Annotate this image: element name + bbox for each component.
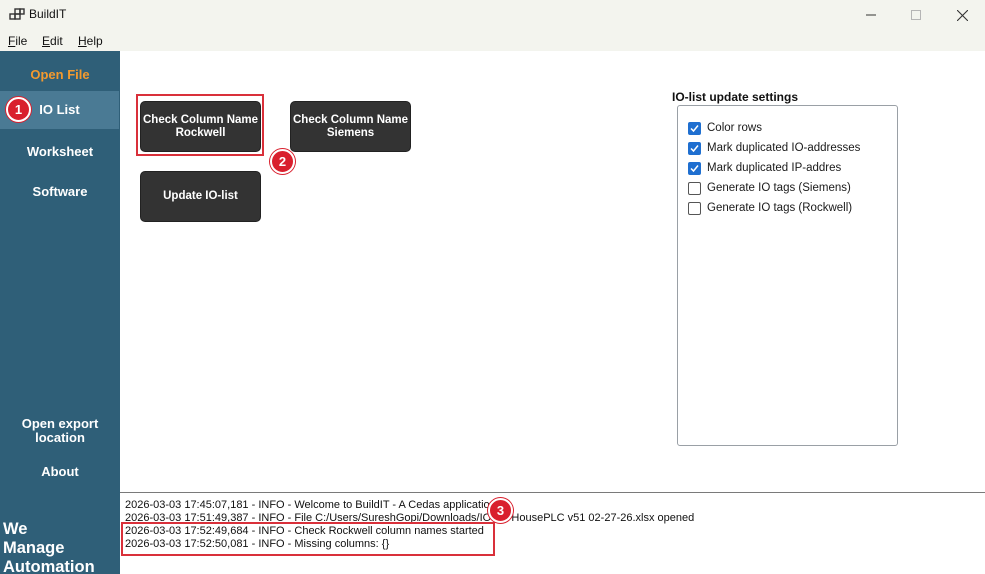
checkbox-mark-duplicated-ip[interactable] bbox=[688, 161, 701, 175]
log-line: 2026-03-03 17:51:49,387 - INFO - File C:… bbox=[125, 512, 695, 524]
update-io-list-button[interactable]: Update IO-list bbox=[140, 171, 261, 222]
option-label: Mark duplicated IO-addresses bbox=[707, 142, 861, 154]
rockwell-button-line2: Rockwell bbox=[175, 126, 226, 139]
sidebar-item-software[interactable]: Software bbox=[0, 184, 120, 199]
menu-file[interactable]: File bbox=[8, 34, 27, 48]
checkbox-mark-duplicated-io[interactable] bbox=[688, 141, 701, 155]
annotation-marker-1: 1 bbox=[6, 97, 31, 122]
checkbox-generate-tags-siemens[interactable] bbox=[688, 181, 701, 195]
menu-help[interactable]: Help bbox=[78, 34, 103, 48]
open-export-label-line1: Open export bbox=[21, 416, 99, 431]
option-label: Color rows bbox=[707, 122, 762, 134]
checkbox-color-rows[interactable] bbox=[688, 121, 701, 135]
annotation-marker-3: 3 bbox=[488, 498, 513, 523]
sidebar-item-about[interactable]: About bbox=[0, 464, 120, 479]
sidebar-item-worksheet[interactable]: Worksheet bbox=[0, 144, 120, 159]
sidebar-item-open-export-location[interactable]: Open export location bbox=[0, 417, 120, 445]
settings-group-box: Color rows Mark duplicated IO-addresses … bbox=[677, 105, 898, 446]
checkmark-icon bbox=[690, 144, 699, 152]
maximize-button[interactable] bbox=[893, 0, 939, 30]
sidebar-item-open-file[interactable]: Open File bbox=[0, 67, 120, 82]
sidebar: Open File IO List Worksheet Software Ope… bbox=[0, 51, 120, 574]
close-icon bbox=[956, 9, 968, 21]
siemens-button-line1: Check Column Name bbox=[292, 113, 409, 126]
log-line: 2026-03-03 17:45:07,181 - INFO - Welcome… bbox=[125, 499, 496, 511]
menu-edit[interactable]: Edit bbox=[42, 34, 63, 48]
option-label: Generate IO tags (Rockwell) bbox=[707, 202, 853, 214]
option-label: Generate IO tags (Siemens) bbox=[707, 182, 851, 194]
checkbox-generate-tags-rockwell[interactable] bbox=[688, 201, 701, 215]
option-color-rows[interactable]: Color rows bbox=[688, 120, 762, 136]
tagline-line3: Automation bbox=[3, 558, 95, 574]
window-title: BuildIT bbox=[29, 7, 67, 21]
checkmark-icon bbox=[690, 124, 699, 132]
minimize-icon bbox=[866, 14, 876, 16]
log-line: 2026-03-03 17:52:49,684 - INFO - Check R… bbox=[125, 525, 484, 537]
option-mark-duplicated-io-addresses[interactable]: Mark duplicated IO-addresses bbox=[688, 140, 860, 156]
menu-bar: File Edit Help bbox=[0, 30, 985, 51]
option-generate-io-tags-rockwell[interactable]: Generate IO tags (Rockwell) bbox=[688, 200, 852, 216]
tagline-line1: We bbox=[3, 520, 28, 538]
maximize-icon bbox=[911, 10, 921, 20]
tagline-line2: Manage bbox=[3, 539, 65, 557]
check-column-name-rockwell-button[interactable]: Check Column Name Rockwell bbox=[140, 101, 261, 152]
log-line: 2026-03-03 17:52:50,081 - INFO - Missing… bbox=[125, 538, 390, 550]
close-button[interactable] bbox=[939, 0, 985, 30]
buildit-app-icon bbox=[9, 8, 25, 20]
minimize-button[interactable] bbox=[848, 0, 894, 30]
option-mark-duplicated-ip-addres[interactable]: Mark duplicated IP-addres bbox=[688, 160, 841, 176]
check-column-name-siemens-button[interactable]: Check Column Name Siemens bbox=[290, 101, 411, 152]
open-export-label-line2: location bbox=[35, 430, 85, 445]
main-panel: Check Column Name Rockwell Check Column … bbox=[120, 51, 985, 492]
log-panel[interactable]: 2026-03-03 17:45:07,181 - INFO - Welcome… bbox=[120, 492, 985, 574]
siemens-button-line2: Siemens bbox=[326, 126, 375, 139]
checkmark-icon bbox=[690, 164, 699, 172]
settings-title: IO-list update settings bbox=[672, 90, 799, 104]
option-generate-io-tags-siemens[interactable]: Generate IO tags (Siemens) bbox=[688, 180, 851, 196]
option-label: Mark duplicated IP-addres bbox=[707, 162, 842, 174]
tagline: We Manage Automation bbox=[3, 520, 95, 574]
rockwell-button-line1: Check Column Name bbox=[142, 113, 259, 126]
annotation-marker-2: 2 bbox=[270, 149, 295, 174]
title-bar: BuildIT bbox=[0, 0, 985, 30]
